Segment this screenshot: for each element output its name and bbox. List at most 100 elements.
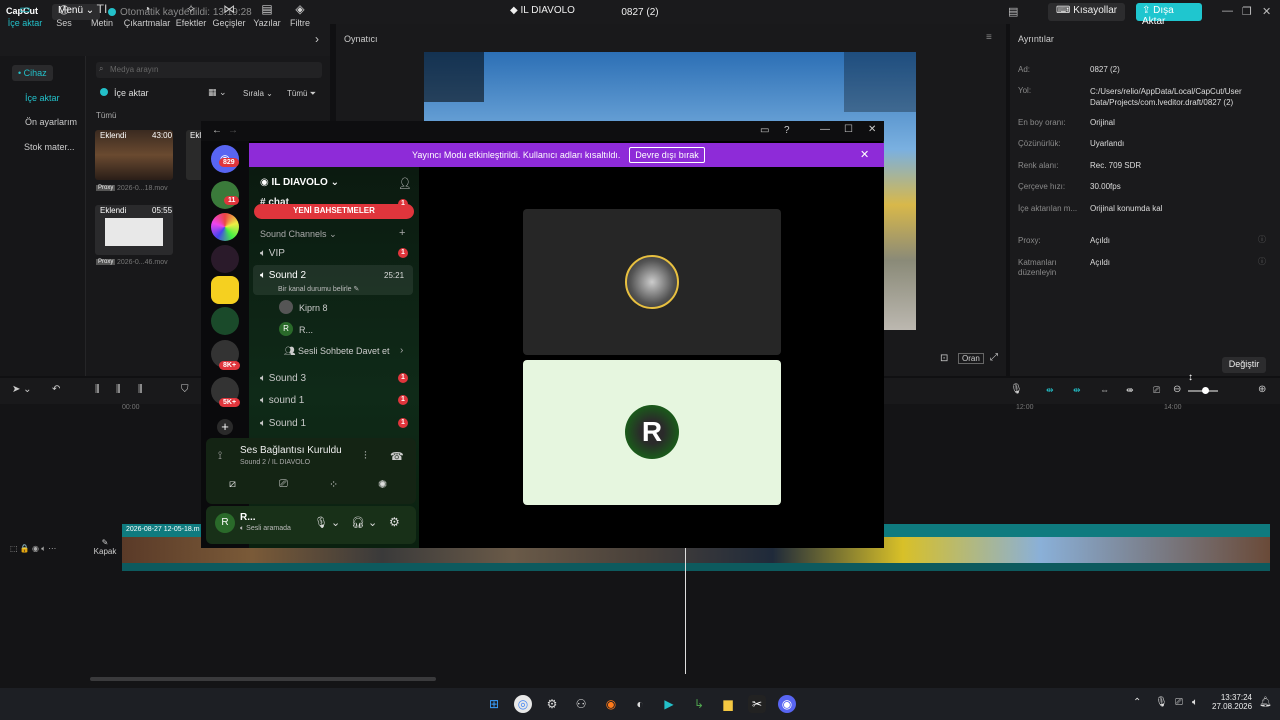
category-sound-channels[interactable]: Sound Channels ⌄: [260, 229, 337, 240]
magnet-icon[interactable]: ⇹: [1073, 385, 1081, 396]
server-icon[interactable]: [211, 245, 239, 273]
voice-channel-sound-1-lower[interactable]: 🔈︎ sound 1: [260, 395, 304, 406]
split-icon[interactable]: ⫼: [95, 384, 100, 395]
disconnect-icon[interactable]: ☎︎: [390, 450, 404, 463]
screen-share-icon[interactable]: ⎚: [279, 478, 288, 491]
network-icon[interactable]: ⎚: [1175, 697, 1183, 708]
link-icon[interactable]: ⇹: [1046, 385, 1054, 396]
signal-icon[interactable]: ⟟: [218, 450, 222, 463]
select-tool-icon[interactable]: ➤ ⌄: [12, 384, 32, 395]
shield-icon[interactable]: ⛉: [181, 384, 189, 395]
server-name-dropdown[interactable]: ◉ IL DIAVOLO ⌄: [260, 177, 339, 188]
clock[interactable]: 13:37:24 27.08.2026: [1212, 693, 1252, 711]
member-name[interactable]: Kiprn 8: [299, 303, 328, 313]
nav-device[interactable]: • Cihaz: [12, 65, 53, 81]
media-search-input[interactable]: Medya arayın: [96, 62, 322, 78]
notifications-icon[interactable]: 🔔︎: [1259, 697, 1272, 708]
tool-import[interactable]: ▭ İçe aktar: [6, 2, 44, 28]
avatar[interactable]: [279, 300, 293, 314]
capcut-app-icon[interactable]: ✂: [748, 695, 766, 713]
close-icon[interactable]: ✕: [868, 124, 876, 135]
change-button[interactable]: Değiştir: [1222, 357, 1266, 373]
avatar[interactable]: R: [215, 513, 235, 533]
firefox-icon[interactable]: ◉: [602, 695, 620, 713]
minimize-icon[interactable]: —: [820, 124, 830, 135]
voice-channel-vip[interactable]: 🔈︎ VIP: [260, 248, 285, 259]
network-app-icon[interactable]: ⚇: [572, 695, 590, 713]
view-grid-icon[interactable]: ▦ ⌄: [208, 87, 227, 98]
layout-icon[interactable]: ▤: [1008, 5, 1018, 18]
track-lock-icon[interactable]: ⬚ 🔒: [10, 544, 30, 553]
snap-icon[interactable]: ⇔: [1100, 385, 1109, 395]
server-icon[interactable]: [211, 276, 239, 304]
crop-icon[interactable]: ⊡: [940, 353, 948, 364]
microphone-icon[interactable]: 🎙: [1010, 384, 1023, 395]
tool-text[interactable]: TI Metin: [83, 2, 121, 28]
chrome-icon[interactable]: ◎: [514, 695, 532, 713]
nav-import[interactable]: İçe aktar: [25, 93, 60, 103]
headphones-icon[interactable]: 🎧︎ ⌄: [351, 516, 377, 529]
voice-channel-sound-1[interactable]: 🔈︎ Sound 1: [260, 418, 306, 429]
info-icon[interactable]: ⓘ: [1258, 234, 1266, 245]
start-icon[interactable]: ⊞: [485, 695, 503, 713]
tray-chevron-icon[interactable]: ⌃: [1133, 697, 1141, 708]
split-right-icon[interactable]: ⫼: [138, 384, 143, 395]
voice-channel-sound-2[interactable]: 🔈︎ Sound 2: [260, 270, 306, 281]
maximize-icon[interactable]: ❐: [1242, 5, 1252, 18]
app-icon[interactable]: ↳: [690, 695, 708, 713]
server-icon[interactable]: [211, 213, 239, 241]
chevron-right-icon[interactable]: ›: [315, 32, 319, 46]
microphone-icon[interactable]: 🎙︎ ⌄: [314, 516, 340, 529]
import-media-button[interactable]: İçe aktar: [114, 88, 149, 98]
eye-icon[interactable]: ◉: [32, 544, 39, 553]
export-button[interactable]: ⇪ Dışa Aktar: [1136, 3, 1202, 27]
zoom-out-icon[interactable]: ⊖: [1173, 384, 1181, 395]
member-name[interactable]: R...: [299, 325, 313, 335]
voice-channel-sound-3[interactable]: 🔈︎ Sound 3: [260, 373, 306, 384]
maximize-icon[interactable]: ☐: [844, 124, 853, 135]
add-server-icon[interactable]: +: [217, 419, 233, 435]
noise-suppression-icon[interactable]: ⫶: [364, 450, 367, 463]
close-icon[interactable]: ✕: [1262, 5, 1271, 18]
filter-all-button[interactable]: Tümü ⏷: [287, 89, 316, 99]
more-icon[interactable]: ⋯: [48, 544, 56, 553]
camera-off-icon[interactable]: ⧄: [229, 478, 236, 491]
nav-presets[interactable]: Ön ayarlarım: [25, 117, 77, 127]
soundboard-icon[interactable]: ✺: [378, 478, 387, 491]
shortcuts-button[interactable]: ⌨ Kısayollar: [1048, 3, 1126, 21]
activities-icon[interactable]: ⁘: [329, 478, 338, 491]
volume-icon[interactable]: 🔈︎: [41, 544, 46, 553]
menu-icon[interactable]: ≡: [986, 32, 992, 43]
invite-to-voice-row[interactable]: 👥︎ Sesli Sohbete Davet et: [284, 346, 390, 357]
new-mentions-pill[interactable]: YENİ BAHSETMELER: [254, 204, 414, 219]
settings-icon[interactable]: ⚙: [543, 695, 561, 713]
sort-button[interactable]: Sırala ⌄: [243, 89, 273, 98]
participant-tile-1[interactable]: [523, 209, 781, 355]
info-icon[interactable]: ⓘ: [1258, 256, 1266, 267]
volume-icon[interactable]: 🔈︎: [1192, 697, 1198, 708]
inbox-icon[interactable]: ▭: [760, 125, 769, 136]
gear-icon[interactable]: ⚙: [389, 515, 400, 529]
voice-status[interactable]: Ses Bağlantısı Kuruldu: [240, 445, 342, 456]
tool-stickers[interactable]: ◔ Çıkartmalar: [123, 2, 171, 28]
back-arrow-icon[interactable]: ←: [212, 125, 222, 136]
microphone-icon[interactable]: 🎙︎: [1155, 697, 1168, 708]
fullscreen-icon[interactable]: ⤢: [990, 352, 998, 363]
server-icon[interactable]: [211, 307, 239, 335]
disable-streamer-button[interactable]: Devre dışı bırak: [629, 147, 705, 163]
caption-icon[interactable]: ⎚: [1153, 385, 1160, 396]
nav-stock[interactable]: Stok mater...: [24, 142, 75, 152]
folder-icon[interactable]: ▆: [719, 695, 737, 713]
capcut-taskbar-icon[interactable]: ▶: [660, 695, 678, 713]
timeline-scrollbar[interactable]: [90, 677, 436, 681]
cover-button[interactable]: ✎ Kapak: [92, 538, 118, 560]
zoom-fit-icon[interactable]: ⊕: [1258, 384, 1266, 395]
preview-axis-icon[interactable]: ⇼: [1126, 385, 1134, 396]
undo-icon[interactable]: ↶: [52, 384, 60, 395]
create-channel-icon[interactable]: +: [399, 227, 405, 239]
invite-people-icon[interactable]: 👤︎: [398, 177, 412, 190]
discord-taskbar-icon[interactable]: ◉: [778, 695, 796, 713]
avatar[interactable]: R: [279, 322, 293, 336]
close-banner-icon[interactable]: ✕: [860, 148, 869, 161]
help-icon[interactable]: ?: [784, 125, 790, 136]
